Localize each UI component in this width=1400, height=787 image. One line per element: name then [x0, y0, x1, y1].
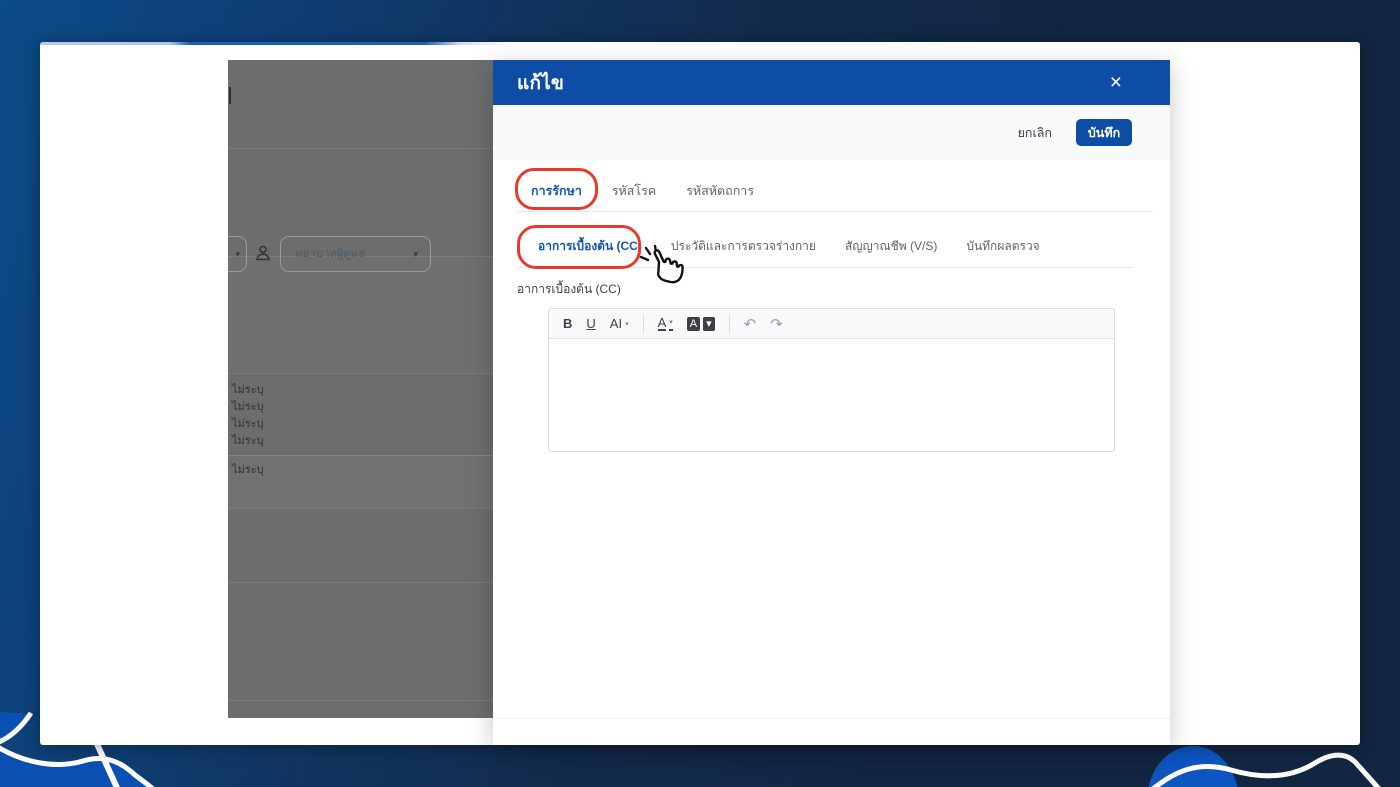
highlight-color-button[interactable]: A ▾ [683, 315, 719, 333]
annotation-cc-subtab [517, 225, 641, 269]
nurse-person-icon [256, 245, 270, 261]
bold-button[interactable]: B [559, 314, 576, 333]
detail-value: ไม่ระบุ [232, 384, 264, 396]
record-detail-values: ไม่ระบุ ไม่ระบุ ไม่ระบุ ไม่ระบุ ไม่ระบุ [232, 382, 264, 479]
click-cursor-icon [639, 245, 684, 284]
edit-modal: แก้ไข × ยกเลิก บันทึก การรักษา รหัสโรค ร… [493, 60, 1170, 745]
font-size-button[interactable]: AI ▾ [606, 314, 633, 333]
nurse-select-placeholder: พยาบาลผู้ดูแล [295, 248, 366, 260]
cc-field-label: อาการเบื้องต้น (CC) [517, 282, 621, 296]
underline-button[interactable]: U [582, 314, 599, 333]
chevron-down-icon: ▾ [703, 316, 715, 331]
dimmed-background-page: ▾ พยาบาลผู้ดูแล ▾ ไม่ระบุ ไม่ระบุ ไม่ระบ… [228, 60, 493, 718]
blob-left-edge [0, 712, 30, 740]
modal-action-bar: ยกเลิก บันทึก [493, 105, 1170, 160]
cancel-button[interactable]: ยกเลิก [1018, 123, 1052, 143]
undo-icon[interactable]: ↶ [740, 313, 761, 335]
toolbar-divider [642, 314, 644, 333]
detail-value: ไม่ระบุ [232, 464, 264, 476]
card-top-accent [40, 42, 510, 45]
annotation-treatment-tab [515, 168, 598, 210]
tab-procedure-code[interactable]: รหัสหัตถการ [686, 181, 754, 201]
partial-select: ▾ [228, 236, 247, 272]
chevron-down-icon: ▾ [235, 248, 240, 259]
subtab-lab-results[interactable]: บันทึกผลตรวจ [966, 237, 1039, 256]
detail-value: ไม่ระบุ [232, 435, 264, 447]
chevron-down-icon: ▾ [625, 320, 629, 328]
save-button[interactable]: บันทึก [1076, 119, 1132, 146]
text-color-button[interactable]: A ▾ [654, 314, 677, 333]
rich-text-editor: B U AI ▾ A ▾ A ▾ ↶ ↷ [548, 308, 1115, 452]
editor-toolbar: B U AI ▾ A ▾ A ▾ ↶ ↷ [549, 309, 1114, 339]
modal-footer-divider [493, 718, 1170, 719]
detail-value: ไม่ระบุ [232, 418, 264, 430]
wave-line-bottom-right [1151, 752, 1381, 787]
detail-value: ไม่ระบุ [232, 401, 264, 413]
chevron-down-icon: ▾ [413, 248, 418, 259]
tab-disease-code[interactable]: รหัสโรค [612, 181, 656, 201]
modal-title: แก้ไข [517, 72, 565, 94]
close-icon[interactable]: × [1110, 72, 1122, 93]
subtab-vital-signs[interactable]: สัญญาณชีพ (V/S) [845, 237, 937, 256]
app-window-card: ▾ พยาบาลผู้ดูแล ▾ ไม่ระบุ ไม่ระบุ ไม่ระบ… [40, 42, 1360, 745]
wave-line-left-edge [0, 711, 34, 745]
chevron-down-icon: ▾ [669, 316, 673, 331]
redo-icon[interactable]: ↷ [766, 313, 787, 335]
nurse-select: พยาบาลผู้ดูแล ▾ [280, 236, 431, 272]
toolbar-divider [728, 314, 730, 333]
blob-bottom-right [1148, 746, 1238, 787]
cut-text-fragment [229, 87, 231, 104]
modal-tabs: การรักษา รหัสโรค รหัสหัตถการ [517, 170, 1153, 212]
blob-bottom-left [0, 752, 150, 787]
wave-line-bottom-left [0, 745, 155, 787]
subtab-history-exam[interactable]: ประวัติและการตรวจร่างกาย [671, 237, 816, 256]
diagonal-line [94, 742, 120, 787]
cc-editor-input[interactable] [549, 339, 1114, 452]
modal-header: แก้ไข × [493, 60, 1170, 105]
